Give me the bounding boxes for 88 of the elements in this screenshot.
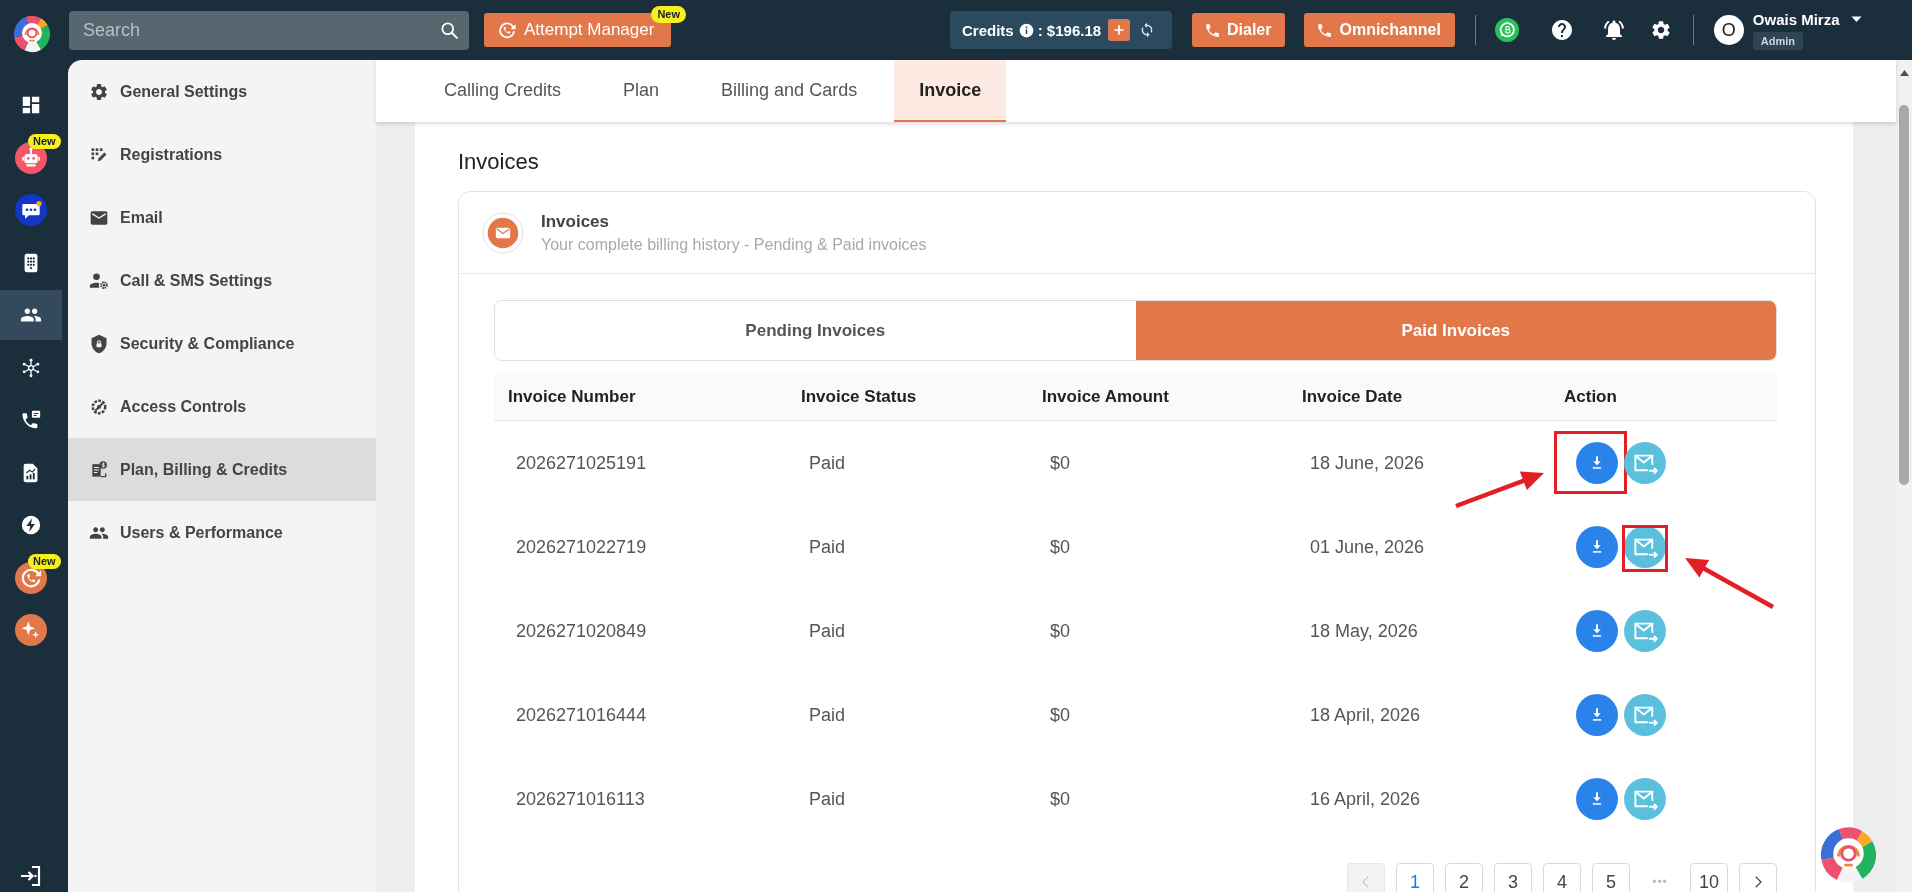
page-title: Invoices [458,149,539,175]
column-header: Invoice Number [508,386,636,407]
column-header: Invoice Amount [1042,386,1169,407]
card-subtitle: Your complete billing history - Pending & Paid invoices [541,235,927,254]
invoice-number-cell: 2026271016113 [516,788,645,810]
sidebar-item[interactable]: Call & SMS Settings [68,249,376,312]
email-button[interactable] [1624,442,1666,484]
door-arrow-icon[interactable] [19,864,43,888]
download-button[interactable] [1576,526,1618,568]
date-cell: 16 April, 2026 [1310,788,1421,810]
invoice-number-cell: 2026271022719 [516,536,647,558]
invoice-number-cell: 2026271020849 [516,620,647,642]
new-badge: New [651,6,686,23]
user-name[interactable]: Owais Mirza [1752,10,1840,28]
amount-cell: $0 [1050,788,1071,810]
headset-logo-icon[interactable] [13,14,51,53]
date-cell: 18 June, 2026 [1310,452,1425,474]
billing-document-icon [89,459,109,480]
sidebar-item[interactable]: Security & Compliance [68,312,376,375]
invoice-number-cell: 2026271025191 [516,452,647,474]
new-badge: New [28,553,61,569]
help-icon[interactable] [1549,18,1574,42]
scrollbar-thumb[interactable] [1899,105,1909,485]
new-badge: New [28,133,61,149]
phone-refresh-icon [496,19,518,41]
download-button[interactable] [1576,694,1618,736]
amount-cell: $0 [1050,704,1071,726]
sparkle-icon [15,614,47,646]
download-button[interactable] [1576,442,1618,484]
sidebar-item[interactable]: Plan, Billing & Credits [68,438,376,501]
status-cell: Paid [809,452,846,474]
settings-icon[interactable] [1649,19,1672,41]
scroll-up-icon[interactable] [1899,70,1909,76]
add-credits-button[interactable] [1108,19,1131,41]
date-cell: 01 June, 2026 [1310,536,1425,558]
amount-cell: $0 [1050,620,1071,642]
sidebar-item[interactable]: Registrations [68,123,376,186]
phone-message-icon [20,409,42,431]
page-button[interactable]: 1 [1396,863,1434,892]
role-badge: Admin [1752,31,1804,50]
tab[interactable]: Plan [598,60,685,122]
page-button[interactable]: 3 [1494,863,1532,892]
sidebar-item[interactable]: Email [68,186,376,249]
tab[interactable]: Invoice [894,60,1007,122]
download-button[interactable] [1576,610,1618,652]
nav-rail-button[interactable] [0,290,62,340]
page-ellipsis: ••• [1651,875,1669,889]
column-header: Invoice Date [1302,386,1403,407]
card-title: Invoices [541,211,610,232]
support-headset-icon[interactable] [1819,826,1878,884]
lightning-icon [20,514,42,536]
page-button[interactable]: 5 [1592,863,1630,892]
hub-icon [20,356,42,379]
mail-icon [482,211,524,254]
chat-bubble-icon[interactable] [1494,18,1519,42]
column-header: Invoice Status [801,386,917,407]
status-cell: Paid [809,788,846,810]
tab[interactable]: Billing and Cards [696,60,883,122]
status-cell: Paid [809,536,846,558]
chat-bubble-icon [15,194,47,226]
sidebar-item[interactable]: Users & Performance [68,501,376,564]
shield-lock-icon [89,333,109,354]
search-field[interactable]: Search [69,10,469,50]
invoice-number-cell: 2026271016444 [516,704,647,726]
page-button[interactable]: 10 [1690,863,1728,892]
notification-bell-icon[interactable] [1601,18,1626,42]
credits-amount: : $196.18 [1037,21,1102,39]
phone-icon [1316,21,1334,39]
sidebar-item[interactable]: Access Controls [68,375,376,438]
page-button[interactable]: 4 [1543,863,1581,892]
user-avatar[interactable]: O [1713,15,1744,45]
phone-icon [1204,21,1221,39]
date-cell: 18 May, 2026 [1310,620,1418,642]
amount-cell: $0 [1050,536,1071,558]
status-cell: Paid [809,620,846,642]
amount-cell: $0 [1050,452,1071,474]
column-header: Action [1564,386,1617,407]
dashboard-icon [20,94,42,116]
download-button[interactable] [1576,778,1618,820]
sidebar-item[interactable]: General Settings [68,60,376,123]
status-cell: Paid [809,704,846,726]
date-cell: 18 April, 2026 [1310,704,1421,726]
page-button[interactable]: 2 [1445,863,1483,892]
tab[interactable]: Calling Credits [419,60,587,122]
credits-label: Credits [962,21,1014,39]
info-icon[interactable] [1018,22,1034,38]
gear-icon [89,81,109,102]
search-icon[interactable] [439,19,460,41]
